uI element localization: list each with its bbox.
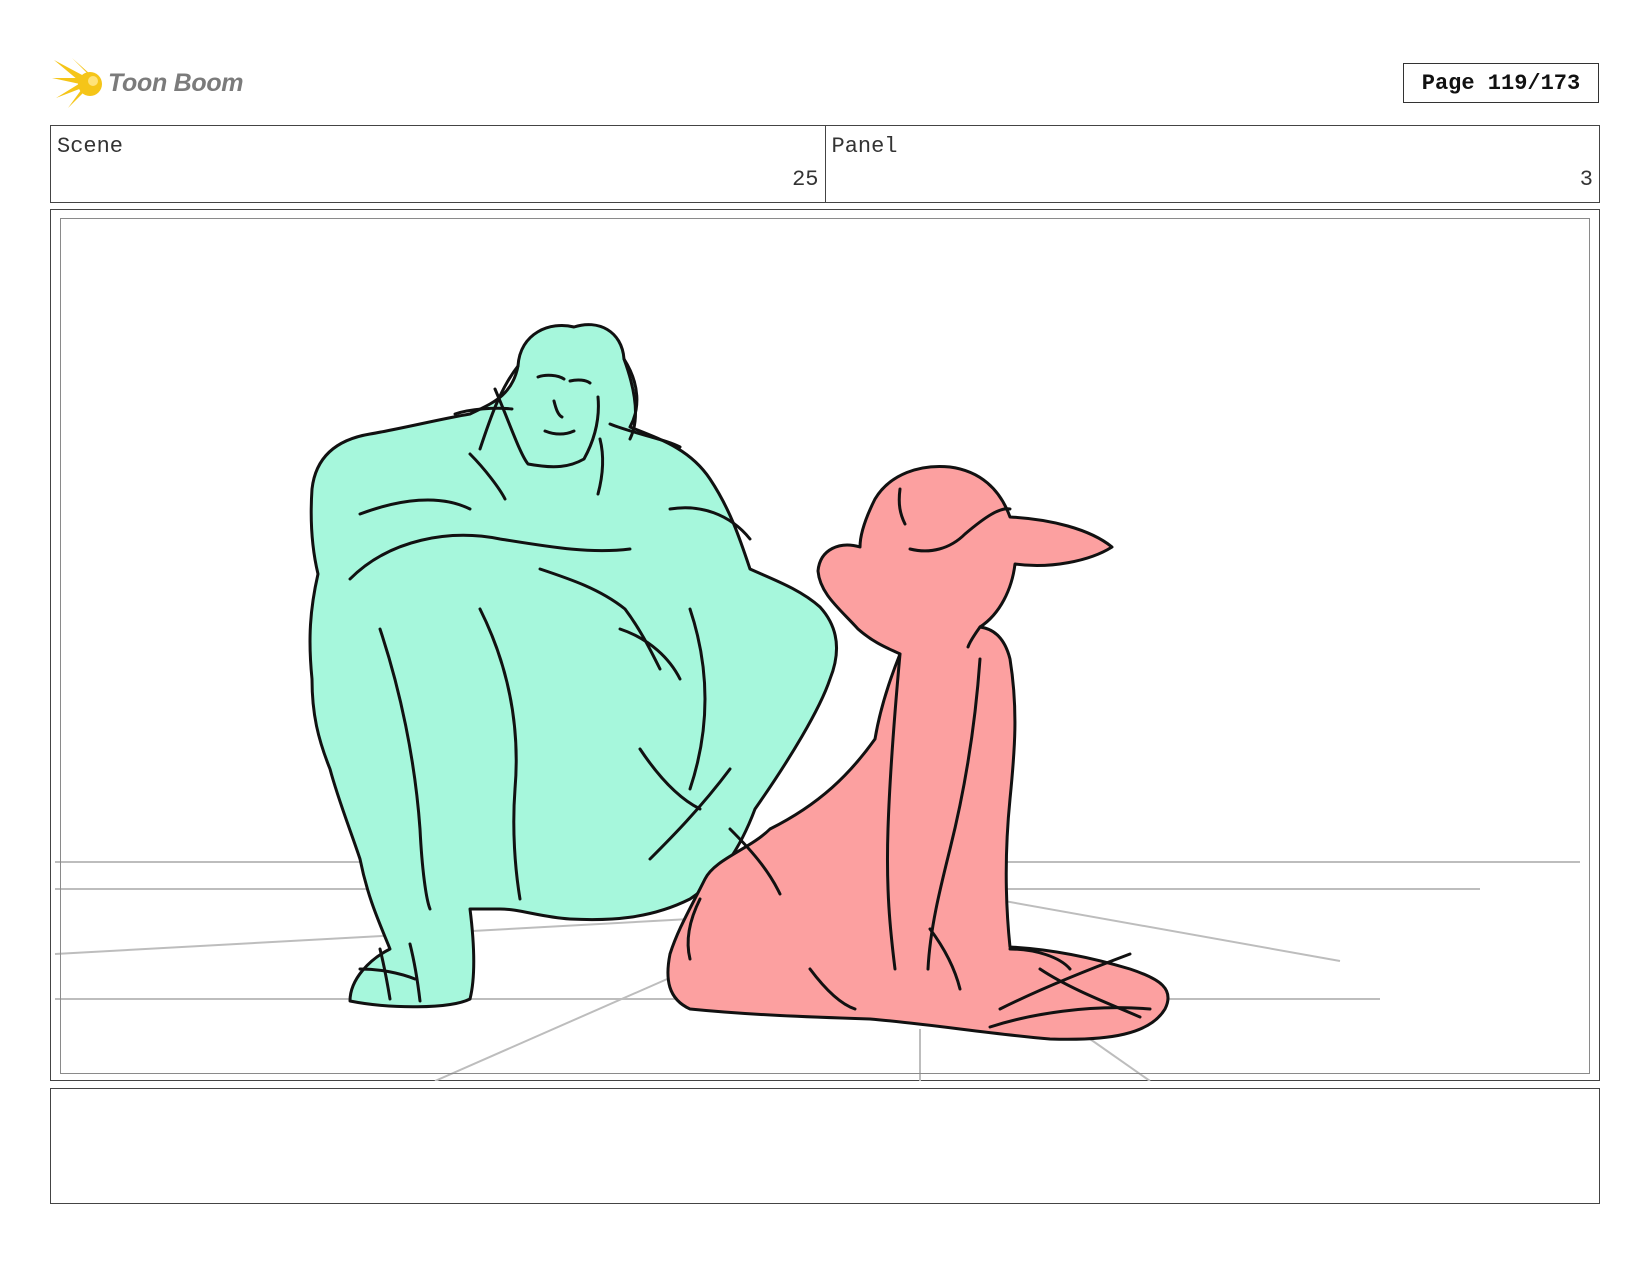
scene-label: Scene (57, 134, 124, 159)
page-number: Page 119/173 (1403, 63, 1599, 103)
starburst-icon (52, 58, 102, 108)
panel-cell: Panel 3 (824, 126, 1600, 202)
storyboard-panel-safe-area (60, 218, 1590, 1074)
scene-cell: Scene 25 (51, 126, 825, 202)
panel-label: Panel (831, 134, 898, 159)
toon-boom-logo: Toon Boom (52, 55, 244, 111)
panel-notes-box (50, 1088, 1600, 1204)
logo-text: Toon Boom (108, 68, 244, 97)
scene-panel-info: Scene 25 Panel 3 (50, 125, 1600, 203)
scene-number: 25 (792, 167, 819, 192)
panel-number: 3 (1579, 167, 1593, 192)
